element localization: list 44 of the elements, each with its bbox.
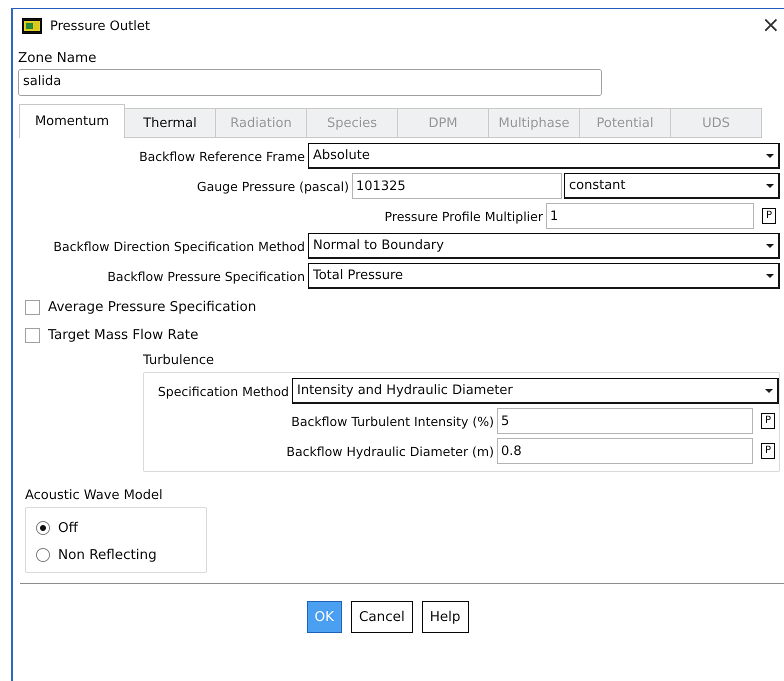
- tab[interactable]: Thermal: [125, 108, 216, 138]
- caret-icon: [766, 244, 774, 248]
- dropdown[interactable]: constant: [564, 173, 780, 199]
- dropdown[interactable]: Absolute: [308, 143, 780, 169]
- caret-icon: [766, 274, 774, 278]
- close-button[interactable]: ×: [762, 15, 780, 37]
- input-field[interactable]: 0.8: [497, 438, 753, 464]
- checkbox-label: Target Mass Flow Rate: [48, 327, 198, 343]
- zone-name-field[interactable]: salida: [18, 69, 602, 96]
- checkbox[interactable]: [25, 328, 40, 342]
- field-label: Backflow Turbulent Intensity (%): [290, 414, 495, 428]
- radio-label: Off: [58, 520, 78, 536]
- zone-name-label: Zone Name: [18, 50, 98, 66]
- caret-icon: [766, 184, 774, 188]
- window-title: Pressure Outlet: [50, 18, 151, 34]
- dialog-button[interactable]: Help: [422, 601, 468, 633]
- field-label: Backflow Direction Specification Method: [52, 238, 306, 254]
- parameter-button[interactable]: P: [762, 208, 776, 224]
- input-field[interactable]: 101325: [352, 173, 562, 199]
- tab[interactable]: Momentum: [19, 104, 125, 138]
- parameter-button[interactable]: P: [761, 413, 775, 429]
- group-title: Turbulence: [143, 353, 216, 368]
- field-label: Backflow Hydraulic Diameter (m): [285, 444, 495, 458]
- radio-label: Non Reflecting: [58, 546, 157, 562]
- app-icon: [22, 18, 42, 34]
- field-label: Specification Method: [156, 384, 290, 398]
- field-label: Gauge Pressure (pascal): [196, 178, 350, 194]
- radio-button[interactable]: [36, 548, 50, 562]
- group-title: Acoustic Wave Model: [25, 488, 164, 503]
- input-field[interactable]: 5: [497, 408, 753, 434]
- field-label: Pressure Profile Multiplier: [384, 208, 544, 224]
- input-field[interactable]: 1: [546, 203, 754, 229]
- caret-icon: [766, 154, 774, 158]
- checkbox-label: Average Pressure Specification: [48, 299, 256, 315]
- dialog-button[interactable]: Cancel: [350, 601, 413, 633]
- checkbox[interactable]: [25, 300, 40, 314]
- dropdown[interactable]: Normal to Boundary: [308, 233, 780, 259]
- parameter-button[interactable]: P: [761, 443, 775, 459]
- field-label: Backflow Pressure Specification: [106, 268, 306, 284]
- radio-button[interactable]: [36, 520, 50, 534]
- caret-icon: [765, 388, 773, 392]
- dropdown[interactable]: Total Pressure: [308, 263, 780, 289]
- field-label: Backflow Reference Frame: [138, 148, 306, 164]
- dropdown[interactable]: Intensity and Hydraulic Diameter: [292, 378, 779, 404]
